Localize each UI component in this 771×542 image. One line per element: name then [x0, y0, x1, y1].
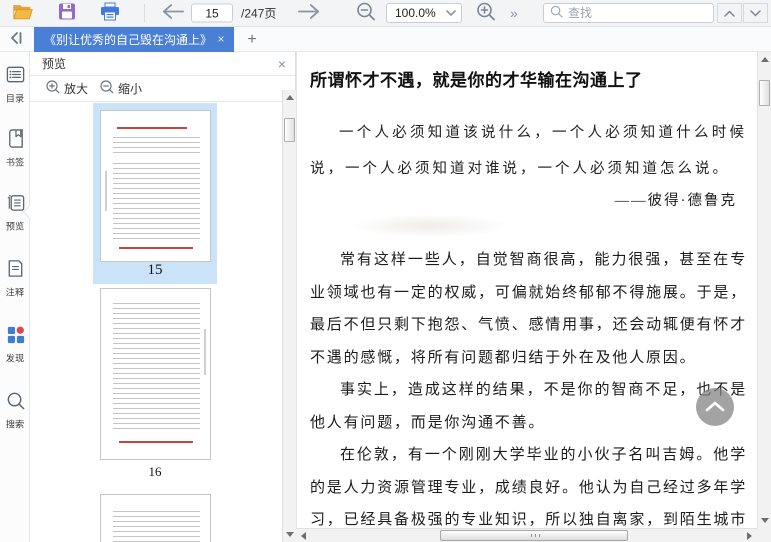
scroll-up-icon[interactable]: [286, 95, 294, 100]
sidebar-item-bookmarks[interactable]: 书签: [0, 128, 30, 169]
thumbnail-page-number: 15: [147, 262, 163, 278]
save-button[interactable]: [58, 3, 76, 24]
thumbnail-image: [99, 288, 211, 460]
tab-bar: 《别让优秀的自己毁在沟通上》 × +: [0, 27, 771, 52]
toc-icon: [5, 64, 26, 88]
document-horizontal-scrollbar[interactable]: [296, 528, 757, 542]
chevron-down-icon: [446, 6, 456, 20]
document-paragraph: 事实上，造成这样的结果，不是你的智商不足，也不是他人有问题，而是你沟通不善。: [310, 382, 747, 431]
find-box[interactable]: [543, 3, 723, 23]
tab-document[interactable]: 《别让优秀的自己毁在沟通上》 ×: [34, 27, 234, 52]
scroll-down-icon[interactable]: [286, 532, 294, 537]
bookmark-icon: [5, 128, 26, 152]
watermark-smudge: [310, 210, 747, 244]
thumbnail-image: [99, 110, 211, 262]
thumbnail-zoom-out-label: 缩小: [118, 82, 143, 96]
zoom-in-circle-icon: [46, 80, 60, 97]
annotation-icon: [5, 258, 26, 282]
printer-icon: [100, 2, 120, 24]
scroll-down-icon[interactable]: [761, 518, 769, 523]
zoom-out-icon: [356, 2, 376, 25]
back-to-top-button[interactable]: [696, 388, 734, 426]
chevron-down-icon: [750, 6, 761, 20]
zoom-out-button[interactable]: [356, 2, 376, 25]
navigation-sidebar: 目录 书签 预览 注释 发现 搜索: [0, 52, 30, 542]
new-tab-button[interactable]: +: [242, 30, 262, 50]
scroll-up-icon[interactable]: [761, 57, 769, 62]
quote-attribution: ——彼得·德鲁克: [614, 193, 737, 209]
sidebar-label-toc: 目录: [5, 94, 25, 105]
thumbnail-zoom-in-button[interactable]: 放大: [46, 80, 88, 97]
preview-tools: 放大 缩小: [30, 76, 295, 102]
document-paragraph: 在伦敦，有一个刚刚大学毕业的小伙子名叫吉姆。他学的是人力资源管理专业，成绩良好。…: [310, 447, 747, 528]
horizontal-scrollbar-thumb[interactable]: [440, 530, 628, 541]
toolbar-separator: [144, 4, 145, 22]
collapse-tabs-button[interactable]: [6, 29, 26, 49]
document-quote: 一个人必须知道该说什么，一个人必须知道什么时候说，一个人必须知道对谁说，一个人必…: [310, 125, 747, 177]
document-title: 所谓怀才不遇，就是你的才华输在沟通上了: [310, 71, 643, 90]
arrow-left-icon: [162, 4, 184, 23]
zoom-in-button[interactable]: [476, 2, 496, 25]
sidebar-label-preview: 预览: [5, 222, 25, 233]
discover-icon: [5, 324, 26, 348]
scroll-right-icon[interactable]: [747, 532, 752, 540]
preview-scrollbar-thumb[interactable]: [284, 118, 295, 142]
preview-panel-title: 预览: [42, 57, 67, 71]
search-icon: [5, 390, 26, 414]
close-icon[interactable]: ×: [214, 32, 228, 47]
thumbnail-image: [99, 494, 211, 542]
save-icon: [58, 3, 76, 24]
document-scrollbar-thumb[interactable]: [759, 80, 770, 106]
arrow-right-icon: [298, 4, 320, 23]
tab-title: 《别让优秀的自己毁在沟通上》: [44, 33, 213, 47]
open-folder-icon: [12, 2, 34, 24]
search-icon: [550, 5, 563, 21]
zoom-out-circle-icon: [100, 80, 114, 97]
more-tools-button[interactable]: »: [510, 5, 519, 21]
preview-panel: 预览 × 放大 缩小 15 16: [30, 52, 296, 542]
preview-scrollbar[interactable]: [282, 90, 296, 542]
sidebar-label-bookmarks: 书签: [5, 158, 25, 169]
zoom-in-icon: [476, 2, 496, 25]
preview-icon: [5, 192, 26, 216]
find-input[interactable]: [568, 6, 723, 20]
print-button[interactable]: [100, 2, 120, 24]
thumbnail-page-16[interactable]: 16: [93, 288, 217, 480]
scrollbar-corner: [757, 528, 771, 542]
document-page[interactable]: 所谓怀才不遇，就是你的才华输在沟通上了 一个人必须知道该说什么，一个人必须知道什…: [296, 52, 757, 528]
sidebar-label-annotations: 注释: [5, 288, 25, 299]
sidebar-item-search[interactable]: 搜索: [0, 390, 30, 431]
document-vertical-scrollbar[interactable]: [757, 52, 771, 528]
scroll-left-icon[interactable]: [301, 532, 306, 540]
find-next-button[interactable]: [743, 3, 768, 23]
sidebar-item-discover[interactable]: 发现: [0, 324, 30, 365]
thumbnail-page-number: 16: [148, 464, 162, 479]
chevron-up-icon: [705, 400, 725, 415]
collapse-left-icon: [8, 30, 24, 49]
sidebar-item-annotations[interactable]: 注释: [0, 258, 30, 299]
prev-page-button[interactable]: [162, 4, 184, 23]
thumbnail-page-15[interactable]: 15: [93, 103, 217, 284]
page-total-label: /247页: [241, 6, 277, 21]
find-previous-button[interactable]: [717, 3, 742, 23]
sidebar-label-search: 搜索: [5, 420, 25, 431]
preview-panel-header: 预览 ×: [30, 52, 295, 76]
close-panel-button[interactable]: ×: [278, 57, 286, 71]
thumbnail-zoom-out-button[interactable]: 缩小: [100, 80, 142, 97]
chevron-up-icon: [724, 6, 735, 20]
thumbnail-page-17[interactable]: [93, 494, 217, 542]
thumbnail-zoom-in-label: 放大: [64, 82, 89, 96]
open-file-button[interactable]: [12, 2, 34, 24]
sidebar-label-discover: 发现: [5, 354, 25, 365]
main-toolbar: /247页 100.0% »: [0, 0, 771, 27]
sidebar-item-toc[interactable]: 目录: [0, 64, 30, 105]
document-paragraph: 常有这样一些人，自觉智商很高，能力很强，甚至在专业领域也有一定的权威，可偏就始终…: [310, 252, 747, 366]
zoom-level-select[interactable]: 100.0%: [386, 3, 462, 23]
page-number-input[interactable]: [191, 3, 233, 23]
next-page-button[interactable]: [298, 4, 320, 23]
zoom-level-value: 100.0%: [395, 6, 436, 20]
pdf-reader-window: /247页 100.0% »: [0, 0, 771, 542]
